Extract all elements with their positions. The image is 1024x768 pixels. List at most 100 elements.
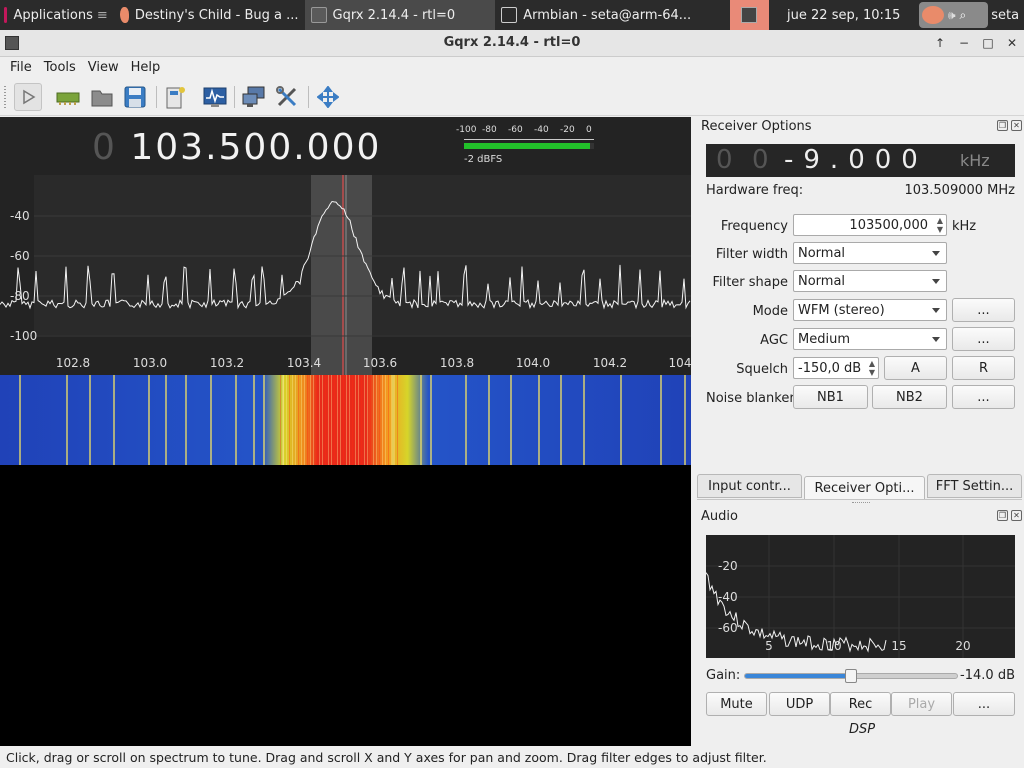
signal-streak [367,375,368,465]
tab-input-controls[interactable]: Input contr... [697,474,802,498]
audio-fft-plot[interactable]: -20 -40 -60 5 10 15 20 [706,535,1015,658]
agc-options-button[interactable]: ... [952,327,1015,351]
float-icon[interactable]: ❐ [997,510,1008,521]
mode-options-button[interactable]: ... [952,298,1015,322]
audio-options-button[interactable]: ... [953,692,1015,716]
play-icon[interactable] [14,83,42,111]
filter-shape-select[interactable]: Normal [793,270,947,292]
user-menu[interactable]: seta [988,0,1024,30]
maximize-icon[interactable]: □ [981,36,995,50]
spectrum-plot[interactable]: -40-60-80-100 102.8 103.0 103.2 103.4 103.6 1… [0,117,691,375]
signal-streak [313,375,314,465]
fullscreen-icon[interactable] [314,83,342,111]
carrier-line [89,375,91,465]
offset-value[interactable]: -9.000 [784,145,928,175]
signal-streak [292,375,293,465]
clock[interactable]: jue 22 sep, 10:15 [769,0,919,30]
spin-arrows-icon[interactable]: ▲ ▼ [937,216,943,234]
squelch-reset-button[interactable]: R [952,356,1015,380]
signal-streak [295,375,296,465]
carrier-line [510,375,512,465]
offset-dim-digit[interactable]: 0 [752,145,769,175]
tab-strip-line [697,499,1022,500]
dsp-label: DSP [849,722,876,737]
nb2-button[interactable]: NB2 [872,385,947,409]
task-label: Destiny's Child - Bug a ... [134,7,299,23]
squelch-spinbox[interactable]: -150,0 dB ▲ ▼ [793,357,879,379]
signal-streak [334,375,335,465]
signal-streak [352,375,353,465]
task-gqrx[interactable]: Gqrx 2.14.4 - rtl=0 [304,0,496,30]
frequency-spinbox[interactable]: 103500,000 ▲ ▼ [793,214,947,236]
tray-app-icon[interactable] [921,6,944,24]
offset-dim-digit[interactable]: 0 [716,145,733,175]
close-dock-icon[interactable]: ✕ [1011,510,1022,521]
hardware-icon[interactable] [54,83,82,111]
notification-area-icon[interactable] [730,0,769,30]
rec-button[interactable]: Rec [830,692,891,716]
keep-above-icon[interactable]: ↑ [933,36,947,50]
menu-view[interactable]: View [82,60,125,75]
menu-glyph-icon: ≡ [96,7,108,23]
remote-control-icon[interactable] [161,83,189,111]
task-destinys-child[interactable]: Destiny's Child - Bug a ... [114,0,305,30]
nb-options-button[interactable]: ... [952,385,1015,409]
menu-file[interactable]: File [4,60,38,75]
signal-streak [379,375,380,465]
filter-passband[interactable] [311,175,372,375]
applications-menu[interactable]: Applications ≡ [0,0,114,30]
udp-button[interactable]: UDP [769,692,830,716]
close-dock-icon[interactable]: ✕ [1011,120,1022,131]
nb1-button[interactable]: NB1 [793,385,868,409]
play-button[interactable]: Play [891,692,952,716]
spectrum-x-axis[interactable]: 102.8 103.0 103.2 103.4 103.6 103.8 104.0 104.2… [56,356,691,370]
y-tick-label: -80 [10,289,30,303]
search-icon[interactable]: ⌕ [960,8,967,23]
network-icon[interactable] [240,83,268,111]
spin-arrows-icon[interactable]: ▲ ▼ [869,359,875,377]
window-titlebar[interactable]: Gqrx 2.14.4 - rtl=0 ↑ − □ ✕ [0,30,1024,57]
hw-freq-label: Hardware freq: [706,183,804,198]
float-icon[interactable]: ❐ [997,120,1008,131]
carrier-line [583,375,585,465]
gain-slider[interactable] [744,669,958,683]
mode-label: Mode [752,304,788,319]
waterfall-background [0,375,691,465]
signal-streak [355,375,356,465]
menu-help[interactable]: Help [125,60,167,75]
open-folder-icon[interactable] [88,83,116,111]
dock-splitter-handle[interactable] [852,502,870,503]
agc-select[interactable]: Medium [793,328,947,350]
waterfall-plot[interactable] [0,375,691,465]
waterfall-empty-area[interactable] [0,465,691,746]
tab-receiver-options[interactable]: Receiver Opti... [804,476,925,500]
mode-select[interactable]: WFM (stereo) [793,299,947,321]
io-devices-icon[interactable] [201,83,229,111]
filter-width-select[interactable]: Normal [793,242,947,264]
noise-blanker-label: Noise blanker [706,391,795,406]
squelch-auto-button[interactable]: A [884,356,947,380]
status-bar: Click, drag or scroll on spectrum to tun… [0,746,1024,768]
tools-icon[interactable] [273,83,301,111]
audio-title: Audio [701,509,738,524]
menu-tools[interactable]: Tools [38,60,82,75]
gain-slider-handle[interactable] [845,669,857,683]
carrier-line [113,375,115,465]
status-text: Click, drag or scroll on spectrum to tun… [6,750,767,765]
save-icon[interactable] [121,83,149,111]
volume-icon[interactable]: 🕪 [948,8,956,23]
tab-fft-settings[interactable]: FFT Settin... [927,474,1022,498]
y-tick-label: -20 [718,559,738,573]
spectrum-display[interactable]: 0 103.500.000 -100 -80 -60 -40 -20 0 -2 dBFS … [0,117,691,465]
close-icon[interactable]: ✕ [1005,36,1019,50]
audio-y-axis: -20 -40 -60 [718,559,738,635]
mute-button[interactable]: Mute [706,692,767,716]
carrier-line [488,375,490,465]
chevron-down-icon [932,337,940,342]
carrier-line [538,375,540,465]
offset-display[interactable]: 0 0 -9.000 kHz [706,144,1015,177]
frequency-unit: kHz [952,219,977,234]
spectrum-y-axis[interactable]: -40 -60 -80 -100 [10,209,37,343]
minimize-icon[interactable]: − [957,36,971,50]
task-armbian[interactable]: Armbian - seta@arm-64... [495,0,730,30]
